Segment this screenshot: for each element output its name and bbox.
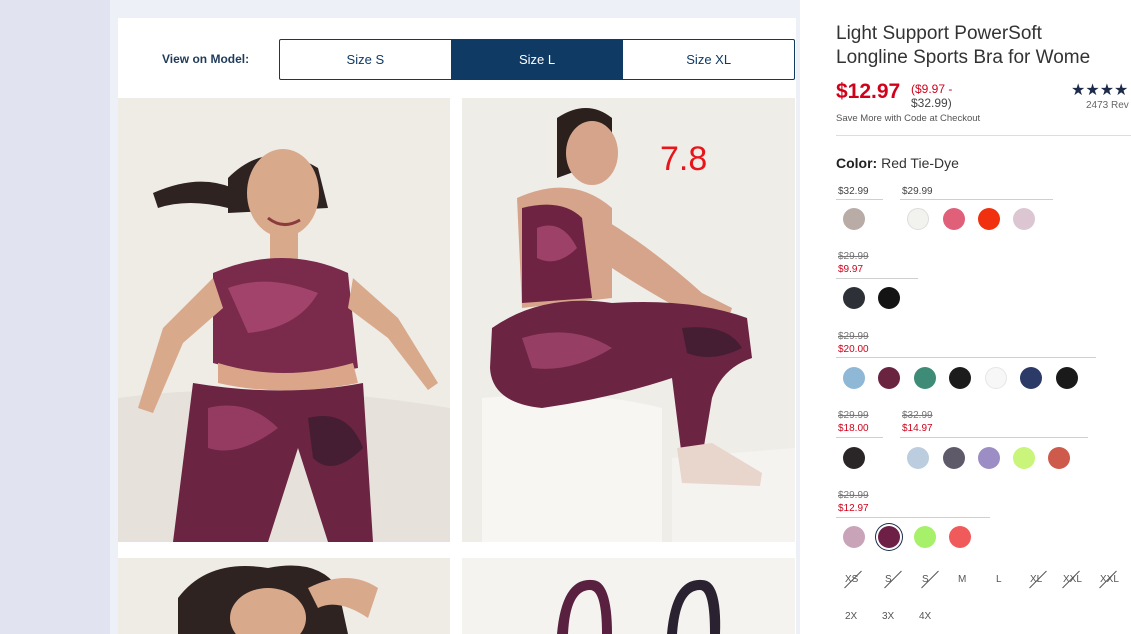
- color-swatch[interactable]: [978, 447, 1000, 469]
- size-option-s[interactable]: S: [885, 574, 892, 585]
- product-photo-closeup[interactable]: [118, 558, 450, 634]
- color-swatch[interactable]: [907, 447, 929, 469]
- color-swatch[interactable]: [1056, 367, 1078, 389]
- size-option-xs[interactable]: XS: [845, 574, 858, 585]
- model-size-xl-button[interactable]: Size XL: [623, 40, 794, 79]
- divider: [836, 357, 1096, 358]
- left-rail: [0, 0, 110, 634]
- rating-stars[interactable]: ★★★★: [1071, 80, 1128, 100]
- price-group: $32.99 $14.97: [902, 410, 933, 434]
- color-swatch[interactable]: [985, 367, 1007, 389]
- promo-text: Save More with Code at Checkout: [836, 113, 981, 124]
- divider: [836, 437, 883, 438]
- divider: [900, 437, 1088, 438]
- price-range: ($9.97 - $32.99): [911, 82, 953, 110]
- color-swatch[interactable]: [1048, 447, 1070, 469]
- size-option-4x[interactable]: 4X: [919, 611, 931, 622]
- product-photo-side[interactable]: [462, 98, 795, 542]
- color-swatch[interactable]: [843, 447, 865, 469]
- price-group: $32.99: [838, 186, 869, 197]
- price-group: $29.99: [902, 186, 933, 197]
- product-title: Light Support PowerSoft Longline Sports …: [836, 23, 1091, 68]
- color-swatch[interactable]: [1020, 367, 1042, 389]
- model-size-s-button[interactable]: Size S: [280, 40, 452, 79]
- color-swatch[interactable]: [878, 287, 900, 309]
- size-option-s[interactable]: S: [922, 574, 929, 585]
- price-group: $29.99 $18.00: [838, 410, 869, 434]
- size-option-l[interactable]: L: [996, 574, 1002, 585]
- divider: [836, 199, 883, 200]
- color-swatch[interactable]: [843, 208, 865, 230]
- size-option-m[interactable]: M: [958, 574, 966, 585]
- color-swatch[interactable]: [943, 208, 965, 230]
- color-swatch[interactable]: [843, 287, 865, 309]
- color-swatch[interactable]: [914, 367, 936, 389]
- color-swatch[interactable]: [1013, 447, 1035, 469]
- size-option-xl[interactable]: XL: [1030, 574, 1042, 585]
- product-photo-flat[interactable]: [462, 558, 795, 634]
- size-option-3x[interactable]: 3X: [882, 611, 894, 622]
- view-on-model-label: View on Model:: [162, 52, 250, 66]
- color-swatch[interactable]: [949, 526, 971, 548]
- model-size-selector: Size S Size L Size XL: [279, 39, 795, 80]
- size-option-xxl[interactable]: XXL: [1100, 574, 1119, 585]
- color-label: Color: Red Tie-Dye: [836, 155, 959, 171]
- model-size-l-button[interactable]: Size L: [451, 40, 624, 79]
- color-swatch[interactable]: [1013, 208, 1035, 230]
- color-swatch[interactable]: [949, 367, 971, 389]
- current-price: $12.97: [836, 80, 901, 103]
- overlay-score: 7.8: [660, 140, 708, 178]
- color-swatch[interactable]: [907, 208, 929, 230]
- review-count[interactable]: 2473 Rev: [1086, 100, 1129, 111]
- divider: [836, 278, 918, 279]
- selected-color-name: Red Tie-Dye: [881, 155, 959, 171]
- color-swatch[interactable]: [943, 447, 965, 469]
- size-option-2x[interactable]: 2X: [845, 611, 857, 622]
- price-group: $29.99 $20.00: [838, 331, 869, 355]
- price-group: $29.99 $12.97: [838, 490, 869, 514]
- divider: [900, 199, 1053, 200]
- color-swatch[interactable]: [978, 208, 1000, 230]
- color-swatch[interactable]: [843, 526, 865, 548]
- size-option-xxl[interactable]: XXL: [1063, 574, 1082, 585]
- product-photo-front[interactable]: [118, 98, 450, 542]
- price-group: $29.99 $9.97: [838, 251, 869, 275]
- color-swatch-selected[interactable]: [878, 526, 900, 548]
- divider: [836, 517, 990, 518]
- color-swatch[interactable]: [878, 367, 900, 389]
- color-swatch[interactable]: [914, 526, 936, 548]
- divider: [836, 135, 1131, 136]
- color-swatch[interactable]: [843, 367, 865, 389]
